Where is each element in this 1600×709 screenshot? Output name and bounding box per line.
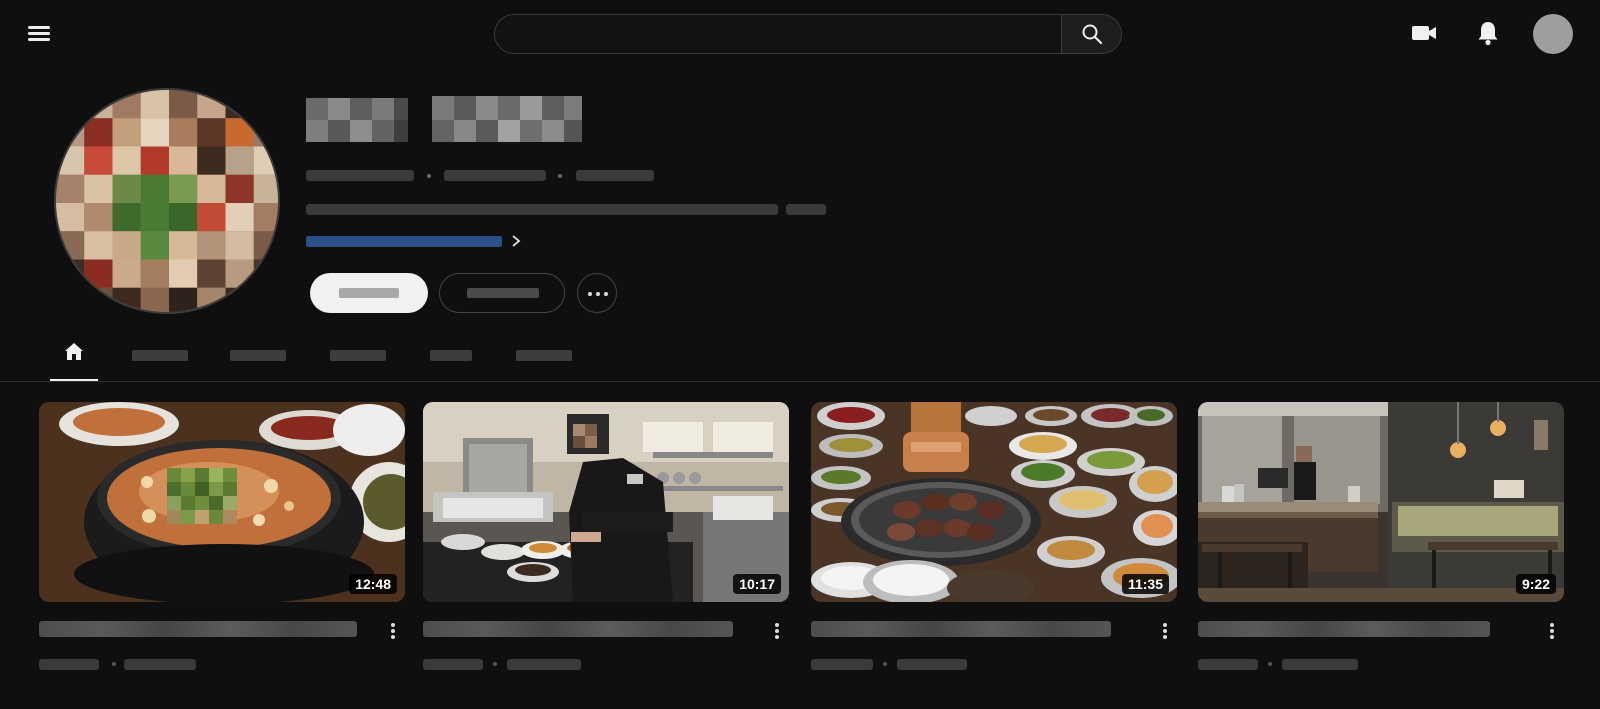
video-views <box>423 659 483 670</box>
thumbnail-image <box>39 402 405 602</box>
video-menu-button[interactable] <box>385 620 401 642</box>
video-age <box>1282 659 1358 670</box>
search-box <box>494 14 1122 54</box>
tab-label <box>516 350 572 361</box>
video-title[interactable] <box>811 621 1111 637</box>
thumbnail-image <box>1198 402 1564 602</box>
video-thumbnail[interactable]: 9:22 <box>1198 402 1564 602</box>
chevron-right-icon[interactable] <box>508 233 524 249</box>
bell-icon <box>1478 22 1498 46</box>
menu-icon[interactable] <box>22 18 58 48</box>
video-title[interactable] <box>423 621 733 637</box>
video-age <box>124 659 196 670</box>
video-duration: 10:17 <box>733 574 781 594</box>
channel-name-redacted <box>306 94 582 146</box>
subscribe-button-label <box>339 288 399 298</box>
tab-label <box>132 350 188 361</box>
account-avatar[interactable] <box>1533 14 1573 54</box>
more-actions-button[interactable] <box>577 273 617 313</box>
thumbnail-image <box>423 402 789 602</box>
video-duration: 9:22 <box>1515 574 1556 594</box>
channel-tabs <box>0 336 1600 382</box>
channel-subscribers <box>444 170 546 181</box>
video-views <box>39 659 99 670</box>
video-camera-icon <box>1412 26 1436 40</box>
search-input[interactable] <box>513 15 1053 53</box>
search-icon <box>1082 24 1103 45</box>
video-thumbnail[interactable]: 10:17 <box>423 402 789 602</box>
join-button-label <box>467 288 539 298</box>
video-title[interactable] <box>39 621 357 637</box>
channel-link[interactable] <box>306 236 502 247</box>
separator-dot <box>1268 662 1272 666</box>
join-button[interactable] <box>439 273 565 313</box>
thumbnail-image <box>811 402 1177 602</box>
channel-video-count <box>576 170 654 181</box>
channel-handle <box>306 170 414 181</box>
pixelated-avatar-image <box>56 90 278 312</box>
video-thumbnail[interactable]: 11:35 <box>811 402 1177 602</box>
home-icon <box>65 343 83 360</box>
video-menu-button[interactable] <box>769 620 785 642</box>
subscribe-button[interactable] <box>310 273 428 313</box>
tab-shorts[interactable] <box>226 336 288 381</box>
tab-playlists[interactable] <box>426 336 474 381</box>
separator-dot <box>493 662 497 666</box>
tab-posts[interactable] <box>512 336 574 381</box>
tab-label <box>430 350 472 361</box>
create-video-button[interactable] <box>1406 15 1442 51</box>
separator-dot <box>112 662 116 666</box>
separator-dot <box>558 174 562 178</box>
notifications-button[interactable] <box>1470 15 1506 51</box>
video-thumbnail[interactable]: 12:48 <box>39 402 405 602</box>
description-more[interactable] <box>786 204 826 215</box>
top-bar <box>0 0 1600 66</box>
video-duration: 12:48 <box>349 574 397 594</box>
tab-label <box>330 350 386 361</box>
video-title[interactable] <box>1198 621 1490 637</box>
video-menu-button[interactable] <box>1157 620 1173 642</box>
video-views <box>811 659 873 670</box>
video-age <box>897 659 967 670</box>
video-menu-button[interactable] <box>1544 620 1560 642</box>
tab-live[interactable] <box>326 336 388 381</box>
tab-home[interactable] <box>50 336 98 381</box>
video-views <box>1198 659 1258 670</box>
tab-videos[interactable] <box>128 336 190 381</box>
separator-dot <box>427 174 431 178</box>
separator-dot <box>883 662 887 666</box>
video-duration: 11:35 <box>1121 574 1169 594</box>
channel-description <box>306 204 778 215</box>
search-button[interactable] <box>1061 15 1121 53</box>
tab-label <box>230 350 286 361</box>
video-age <box>507 659 581 670</box>
channel-avatar <box>54 88 280 314</box>
